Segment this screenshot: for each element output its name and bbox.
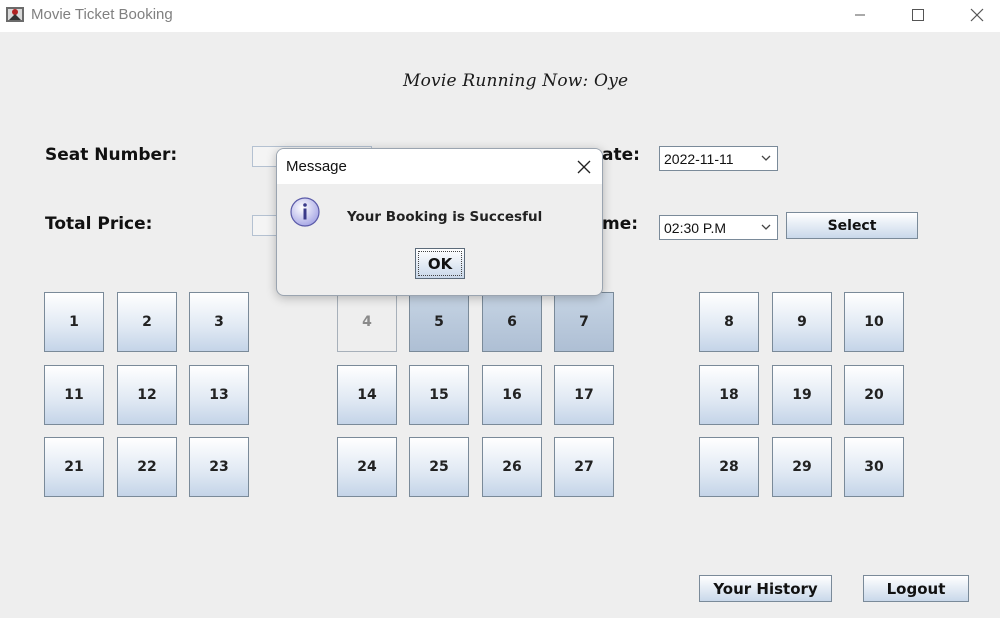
maximize-icon — [912, 9, 924, 21]
seat-button-9[interactable]: 9 — [772, 292, 832, 352]
seat-button-6[interactable]: 6 — [482, 292, 542, 352]
seat-button-3[interactable]: 3 — [189, 292, 249, 352]
seat-button-17[interactable]: 17 — [554, 365, 614, 425]
chevron-down-icon — [759, 220, 773, 234]
time-value: 02:30 P.M — [664, 220, 726, 236]
dialog-message: Your Booking is Succesful — [347, 209, 542, 225]
close-icon — [970, 8, 984, 22]
your-history-button[interactable]: Your History — [699, 575, 832, 602]
maximize-button[interactable] — [895, 0, 941, 30]
time-dropdown[interactable]: 02:30 P.M — [659, 215, 778, 240]
info-icon — [289, 196, 321, 228]
seat-button-8[interactable]: 8 — [699, 292, 759, 352]
date-value: 2022-11-11 — [664, 151, 734, 167]
seat-button-26[interactable]: 26 — [482, 437, 542, 497]
seat-button-27[interactable]: 27 — [554, 437, 614, 497]
seat-button-10[interactable]: 10 — [844, 292, 904, 352]
dialog-close-button[interactable] — [574, 157, 594, 177]
total-price-label: Total Price: — [45, 214, 152, 234]
select-button[interactable]: Select — [786, 212, 918, 239]
seat-button-22[interactable]: 22 — [117, 437, 177, 497]
seat-button-18[interactable]: 18 — [699, 365, 759, 425]
seat-button-14[interactable]: 14 — [337, 365, 397, 425]
movie-banner: Movie Running Now: Oye — [403, 71, 628, 91]
ok-button[interactable]: OK — [415, 248, 465, 279]
minimize-button[interactable] — [837, 0, 883, 30]
time-label: me: — [602, 214, 638, 234]
seat-button-24[interactable]: 24 — [337, 437, 397, 497]
close-button[interactable] — [954, 0, 1000, 30]
seat-button-2[interactable]: 2 — [117, 292, 177, 352]
close-icon — [577, 160, 591, 174]
window-title: Movie Ticket Booking — [31, 6, 173, 23]
seat-button-5[interactable]: 5 — [409, 292, 469, 352]
seat-button-16[interactable]: 16 — [482, 365, 542, 425]
seat-button-29[interactable]: 29 — [772, 437, 832, 497]
seat-button-28[interactable]: 28 — [699, 437, 759, 497]
seat-button-11[interactable]: 11 — [44, 365, 104, 425]
logout-button[interactable]: Logout — [863, 575, 969, 602]
seat-button-23[interactable]: 23 — [189, 437, 249, 497]
seat-button-20[interactable]: 20 — [844, 365, 904, 425]
dialog-title: Message — [286, 158, 347, 175]
seat-button-4[interactable]: 4 — [337, 292, 397, 352]
seat-button-1[interactable]: 1 — [44, 292, 104, 352]
seat-button-19[interactable]: 19 — [772, 365, 832, 425]
seat-button-21[interactable]: 21 — [44, 437, 104, 497]
seat-number-label: Seat Number: — [45, 145, 177, 165]
minimize-icon — [854, 9, 866, 21]
seat-button-25[interactable]: 25 — [409, 437, 469, 497]
app-logo-icon — [5, 4, 25, 24]
date-label: ate: — [602, 145, 640, 165]
dialog-titlebar: Message — [277, 149, 602, 184]
seat-button-13[interactable]: 13 — [189, 365, 249, 425]
chevron-down-icon — [759, 151, 773, 165]
window-titlebar: Movie Ticket Booking — [0, 0, 1000, 32]
message-dialog: Message Your Booking is Succesful OK — [276, 148, 603, 296]
date-dropdown[interactable]: 2022-11-11 — [659, 146, 778, 171]
seat-button-30[interactable]: 30 — [844, 437, 904, 497]
seat-button-12[interactable]: 12 — [117, 365, 177, 425]
seat-button-7[interactable]: 7 — [554, 292, 614, 352]
seat-button-15[interactable]: 15 — [409, 365, 469, 425]
